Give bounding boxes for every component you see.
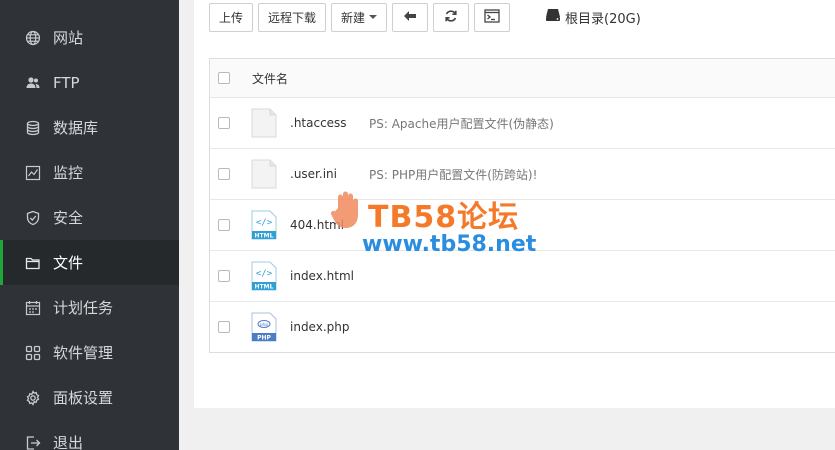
sidebar-item-label: 软件管理 [53, 344, 114, 362]
sidebar-item-database[interactable]: 数据库 [0, 105, 179, 150]
sidebar-item-label: 计划任务 [53, 299, 114, 317]
file-table-header: 文件名 [210, 59, 835, 97]
sidebar-item-label: 网站 [53, 29, 84, 47]
blank-file-icon [250, 158, 278, 190]
users-icon [25, 75, 41, 91]
upload-button[interactable]: 上传 [209, 2, 254, 32]
back-button[interactable] [392, 2, 429, 32]
disk-label: 根目录(20G) [565, 11, 641, 27]
remote-download-button[interactable]: 远程下载 [258, 2, 327, 32]
row-checkbox[interactable] [218, 168, 230, 180]
harddisk-icon [545, 8, 565, 26]
table-row[interactable]: php PHP index.php [210, 301, 835, 352]
table-row[interactable]: </> HTML 404.html [210, 199, 835, 250]
sidebar: 网站 FTP 数据库 监控 安全 文件 计划任务 软件管理 面板设置 退出 [0, 0, 179, 450]
file-name[interactable]: index.html [290, 269, 355, 283]
file-name[interactable]: 404.html [290, 218, 355, 232]
php-file-icon: php PHP [250, 311, 278, 343]
refresh-button[interactable] [433, 2, 470, 32]
terminal-icon [484, 8, 500, 26]
file-manager-panel: 上传 远程下载 新建 根目录(20G) 文件名 .htaccess PS: Ap… [194, 0, 835, 408]
apps-grid-icon [25, 345, 41, 361]
sidebar-item-label: 退出 [53, 434, 84, 450]
svg-text:HTML: HTML [255, 284, 274, 291]
sidebar-item-files[interactable]: 文件 [0, 240, 179, 285]
sidebar-item-logout[interactable]: 退出 [0, 420, 179, 450]
table-row[interactable]: </> HTML index.html [210, 250, 835, 301]
new-button-label: 新建 [341, 10, 366, 25]
table-row[interactable]: .user.ini PS: PHP用户配置文件(防跨站)! [210, 148, 835, 199]
arrow-left-icon [403, 9, 417, 26]
row-checkbox[interactable] [218, 270, 230, 282]
folder-icon [25, 255, 41, 271]
file-remark: PS: PHP用户配置文件(防跨站)! [369, 167, 538, 182]
svg-text:php: php [260, 322, 269, 328]
database-icon [25, 120, 41, 136]
file-name[interactable]: .user.ini [290, 167, 355, 181]
blank-file-icon [250, 107, 278, 139]
new-dropdown-button[interactable]: 新建 [331, 2, 388, 32]
monitor-chart-icon [25, 165, 41, 181]
sidebar-item-label: FTP [53, 73, 80, 92]
row-checkbox[interactable] [218, 117, 230, 129]
html-file-icon: </> HTML [250, 209, 278, 241]
html-file-icon: </> HTML [250, 260, 278, 292]
disk-root-button[interactable]: 根目录(20G) [545, 8, 641, 27]
table-row[interactable]: .htaccess PS: Apache用户配置文件(伪静态) [210, 97, 835, 148]
sidebar-item-label: 数据库 [53, 119, 99, 137]
sidebar-item-label: 安全 [53, 209, 84, 227]
gear-icon [25, 389, 41, 406]
caret-down-icon [369, 15, 378, 19]
sidebar-item-cron[interactable]: 计划任务 [0, 285, 179, 330]
file-remark: PS: Apache用户配置文件(伪静态) [369, 116, 554, 131]
sidebar-item-monitor[interactable]: 监控 [0, 150, 179, 195]
sidebar-item-panel-settings[interactable]: 面板设置 [0, 375, 179, 420]
row-checkbox[interactable] [218, 219, 230, 231]
svg-text:PHP: PHP [257, 335, 271, 342]
svg-text:HTML: HTML [255, 233, 274, 240]
terminal-button[interactable] [474, 2, 511, 32]
filename-column-header[interactable]: 文件名 [252, 70, 288, 87]
file-name[interactable]: index.php [290, 320, 355, 334]
calendar-icon [25, 300, 41, 316]
svg-text:</>: </> [256, 269, 273, 279]
sidebar-item-label: 文件 [53, 254, 84, 272]
file-name[interactable]: .htaccess [290, 116, 355, 130]
shield-icon [25, 210, 41, 226]
svg-text:</>: </> [256, 218, 273, 228]
select-all-checkbox[interactable] [218, 72, 230, 84]
globe-icon [25, 30, 41, 46]
sidebar-item-label: 监控 [53, 164, 84, 182]
refresh-icon [444, 9, 458, 26]
file-toolbar: 上传 远程下载 新建 根目录(20G) [209, 2, 641, 32]
file-table: 文件名 .htaccess PS: Apache用户配置文件(伪静态) .use… [209, 58, 835, 353]
sidebar-item-website[interactable]: 网站 [0, 15, 179, 60]
row-checkbox[interactable] [218, 321, 230, 333]
sidebar-item-ftp[interactable]: FTP [0, 60, 179, 105]
logout-icon [25, 435, 41, 450]
sidebar-item-label: 面板设置 [53, 389, 114, 407]
sidebar-item-security[interactable]: 安全 [0, 195, 179, 240]
sidebar-item-software[interactable]: 软件管理 [0, 330, 179, 375]
